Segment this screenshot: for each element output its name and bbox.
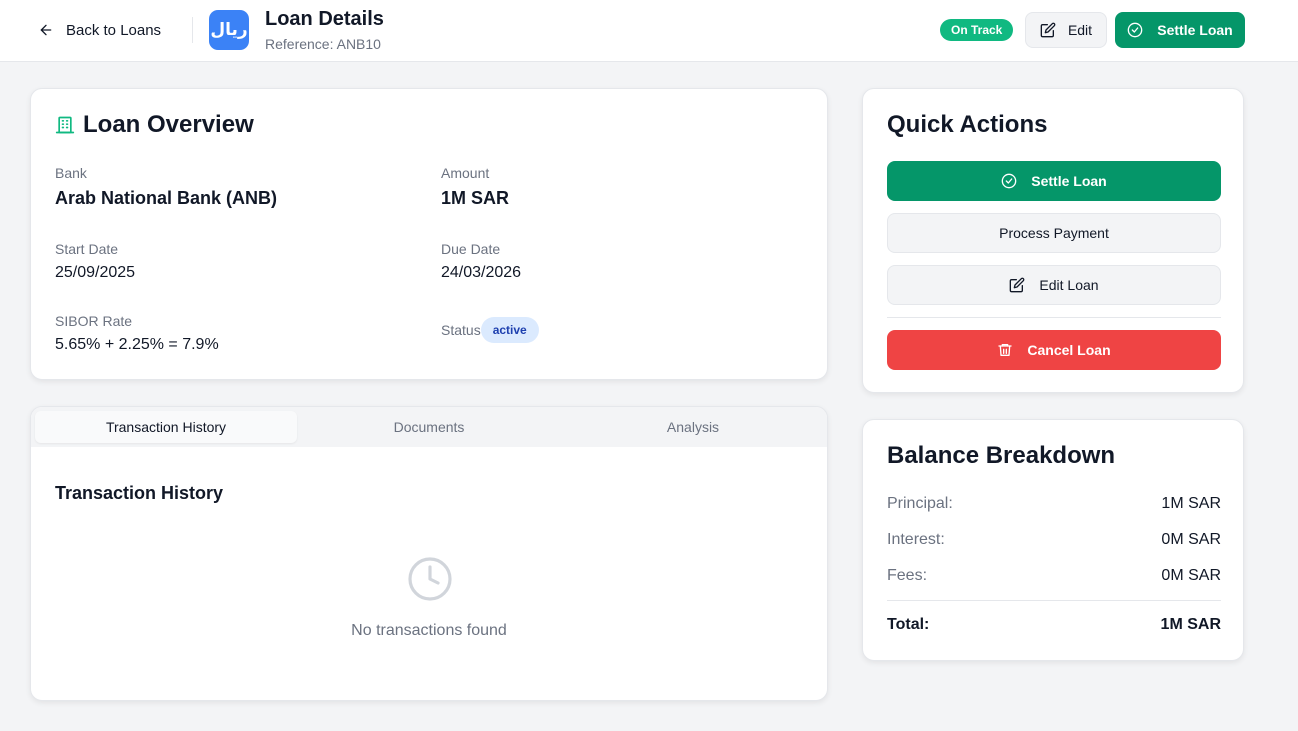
fees-row: Fees: 0M SAR	[887, 567, 1221, 585]
sibor-rate-label: SIBOR Rate	[55, 313, 133, 329]
top-header: Back to Loans ريال Loan Details Referenc…	[0, 0, 1298, 62]
start-date-value: 25/09/2025	[55, 264, 136, 281]
loan-health-label: On Track	[951, 23, 1003, 37]
header-edit-button[interactable]: Edit	[1025, 12, 1107, 48]
due-date-value: 24/03/2026	[441, 264, 522, 281]
loan-overview-heading: Loan Overview	[55, 111, 254, 139]
riyal-logo-text: ريال	[210, 20, 248, 40]
riyal-logo: ريال	[209, 10, 249, 50]
total-row: Total: 1M SAR	[887, 616, 1221, 634]
loan-overview-title: Loan Overview	[83, 111, 254, 138]
amount-label: Amount	[441, 165, 490, 181]
empty-state-text: No transactions found	[351, 622, 507, 639]
edit-loan-button[interactable]: Edit Loan	[887, 265, 1221, 305]
interest-label: Interest:	[887, 531, 945, 548]
edit-square-icon	[1010, 277, 1025, 293]
settle-loan-label: Settle Loan	[1031, 173, 1107, 189]
status-row: Status active	[441, 317, 539, 343]
loan-health-badge: On Track	[940, 19, 1014, 41]
start-date-label: Start Date	[55, 241, 119, 257]
principal-value: 1M SAR	[1161, 495, 1221, 512]
status-badge: active	[480, 317, 539, 343]
principal-row: Principal: 1M SAR	[887, 495, 1221, 513]
check-circle-icon	[1001, 173, 1017, 189]
transaction-history-title: Transaction History	[55, 483, 224, 503]
sibor-rate-value: 5.65% + 2.25% = 7.9%	[55, 336, 219, 353]
bank-label: Bank	[55, 165, 87, 181]
bank-value: Arab National Bank (ANB)	[55, 188, 278, 208]
quick-actions-card: Quick Actions Settle Loan Process Paymen…	[862, 88, 1244, 393]
due-date-label: Due Date	[441, 241, 501, 257]
status-label: Status	[441, 322, 481, 338]
tab-transaction-history[interactable]: Transaction History	[35, 411, 297, 443]
status-badge-text: active	[492, 323, 527, 337]
process-payment-label: Process Payment	[999, 225, 1109, 241]
tab-transaction-history-label: Transaction History	[105, 419, 227, 435]
trash-icon	[998, 344, 1013, 356]
tab-bar: Transaction History Documents Analysis	[31, 407, 827, 447]
balance-breakdown-title: Balance Breakdown	[887, 442, 1116, 469]
header-divider	[192, 17, 193, 43]
header-settle-loan-button[interactable]: Settle Loan	[1115, 12, 1245, 48]
back-to-loans-button[interactable]: Back to Loans	[30, 14, 169, 46]
amount-value: 1M SAR	[441, 188, 510, 208]
tab-documents[interactable]: Documents	[297, 411, 561, 443]
building-icon	[55, 116, 75, 134]
balance-divider	[887, 600, 1221, 601]
actions-divider	[887, 317, 1221, 318]
balance-breakdown-card: Balance Breakdown Principal: 1M SAR Inte…	[862, 419, 1244, 661]
fees-label: Fees:	[887, 567, 928, 584]
principal-label: Principal:	[887, 495, 953, 512]
total-value: 1M SAR	[1160, 616, 1221, 633]
cancel-loan-button[interactable]: Cancel Loan	[887, 330, 1221, 370]
header-settle-loan-label: Settle Loan	[1157, 22, 1233, 38]
clock-icon	[408, 557, 452, 601]
total-label: Total:	[887, 616, 930, 633]
fees-value: 0M SAR	[1161, 567, 1221, 584]
edit-loan-label: Edit Loan	[1039, 277, 1099, 293]
back-to-loans-label: Back to Loans	[66, 21, 162, 39]
page-title: Loan Details	[265, 8, 384, 30]
tab-analysis-label: Analysis	[666, 419, 720, 435]
interest-value: 0M SAR	[1161, 531, 1221, 548]
interest-row: Interest: 0M SAR	[887, 531, 1221, 549]
arrow-left-icon	[40, 24, 52, 36]
tab-documents-label: Documents	[393, 419, 465, 435]
history-tabs-card: Transaction History Documents Analysis T…	[30, 406, 828, 701]
settle-loan-button[interactable]: Settle Loan	[887, 161, 1221, 201]
check-circle-icon	[1127, 22, 1143, 38]
quick-actions-title: Quick Actions	[887, 111, 1048, 138]
loan-reference: Reference: ANB10	[265, 36, 381, 52]
process-payment-button[interactable]: Process Payment	[887, 213, 1221, 253]
edit-square-icon	[1040, 22, 1056, 38]
tab-analysis[interactable]: Analysis	[561, 411, 825, 443]
cancel-loan-label: Cancel Loan	[1027, 342, 1111, 358]
header-edit-label: Edit	[1067, 22, 1093, 38]
loan-overview-card: Loan Overview Bank Arab National Bank (A…	[30, 88, 828, 380]
